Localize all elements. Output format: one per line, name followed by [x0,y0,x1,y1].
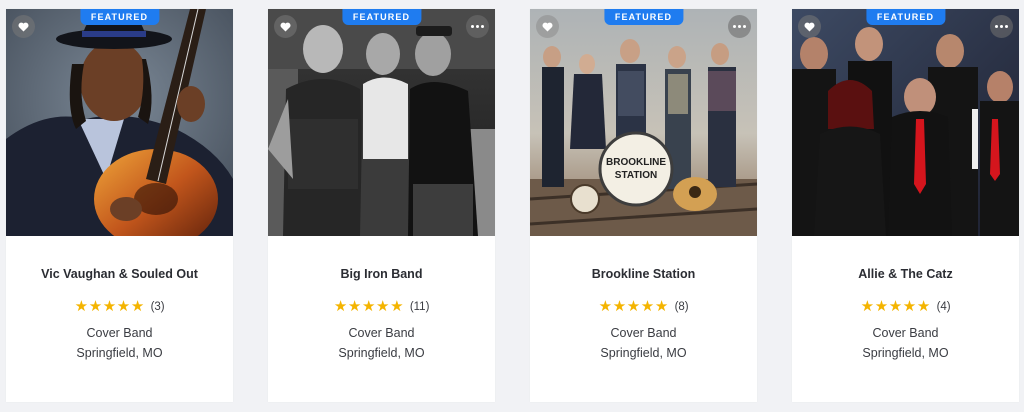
band-category: Cover Band [348,326,415,340]
dot-icon [470,25,474,28]
star-icon: ★ [361,297,376,315]
band-photo[interactable]: FEATURED [268,9,495,236]
star-icon: ★ [74,297,89,315]
star-icon: ★ [874,297,889,315]
rating: ★ ★ ★ ★ ★ (4) [792,299,1019,314]
star-icon: ★ [598,297,613,315]
star-icon: ★ [612,297,627,315]
star-icon: ★ [390,297,404,315]
band-photo[interactable]: FEATURED [6,9,233,236]
band-name[interactable]: Brookline Station [530,267,757,281]
more-options-button[interactable] [990,15,1013,38]
dot-icon [732,25,736,28]
star-icon: ★ [376,297,390,315]
band-location: Springfield, MO [862,346,949,360]
featured-badge: FEATURED [341,9,422,25]
star-icon: ★ [916,297,931,315]
drum-logo-text: STATION [615,170,657,181]
band-location: Springfield, MO [600,346,687,360]
star-icon: ★ [102,297,117,315]
star-rating: ★ ★ ★ ★ ★ [74,297,145,315]
band-photo[interactable]: BROOKLINE STATION FEATURED [530,9,757,236]
star-icon: ★ [888,297,903,315]
dot-icon [1005,25,1009,28]
heart-icon [804,22,815,32]
band-card[interactable]: FEATURED Vic Vaughan & Souled Out ★ ★ ★ ★ ★ … [6,9,233,402]
favorite-heart-button[interactable] [12,15,35,38]
drum-logo-text: BROOKLINE [606,157,666,168]
star-icon: ★ [626,297,641,315]
dot-icon [994,25,998,28]
star-rating: ★ ★ ★ ★ ★ [860,297,931,315]
star-icon: ★ [654,297,669,315]
star-icon: ★ [333,297,348,315]
band-card[interactable]: FEATURED Big Iron Band ★ ★ ★ ★ ★ (11) Cover … [268,9,495,402]
band-category: Cover Band [872,326,939,340]
heart-icon [542,22,553,32]
band-photo[interactable]: FEATURED [792,9,1019,236]
review-count: (4) [936,300,951,313]
star-icon: ★ [860,297,875,315]
band-card[interactable]: BROOKLINE STATION FEATURED Brookline Sta… [530,9,757,402]
heart-icon [280,22,291,32]
rating: ★ ★ ★ ★ ★ (8) [530,299,757,314]
star-rating: ★ ★ ★ ★ ★ [598,297,669,315]
more-options-button[interactable] [728,15,751,38]
rating: ★ ★ ★ ★ ★ (3) [6,299,233,314]
band-location: Springfield, MO [338,346,425,360]
band-name[interactable]: Big Iron Band [268,267,495,281]
dot-icon [738,25,741,28]
band-category: Cover Band [86,326,153,340]
review-count: (8) [674,300,689,313]
band-name[interactable]: Allie & The Catz [792,267,1019,281]
dot-icon [743,25,747,28]
star-icon: ★ [640,297,655,315]
band-location: Springfield, MO [76,346,163,360]
favorite-heart-button[interactable] [798,15,821,38]
featured-badge: FEATURED [865,9,946,25]
review-count: (11) [409,300,430,313]
band-card[interactable]: FEATURED Allie & The Catz ★ ★ ★ ★ ★ (4) Cove… [792,9,1019,402]
more-options-button[interactable] [466,15,489,38]
rating: ★ ★ ★ ★ ★ (11) [268,299,495,314]
featured-badge: FEATURED [79,9,160,25]
star-icon: ★ [902,297,917,315]
dot-icon [481,25,485,28]
dot-icon [1000,25,1003,28]
favorite-heart-button[interactable] [274,15,297,38]
favorite-heart-button[interactable] [536,15,559,38]
review-count: (3) [150,300,165,313]
star-icon: ★ [130,297,145,315]
band-category: Cover Band [610,326,677,340]
band-name[interactable]: Vic Vaughan & Souled Out [6,267,233,281]
star-icon: ★ [116,297,131,315]
featured-badge: FEATURED [603,9,684,25]
star-rating: ★ ★ ★ ★ ★ [334,299,404,314]
star-icon: ★ [88,297,103,315]
heart-icon [18,22,29,32]
dot-icon [476,25,479,28]
star-icon: ★ [347,297,362,315]
